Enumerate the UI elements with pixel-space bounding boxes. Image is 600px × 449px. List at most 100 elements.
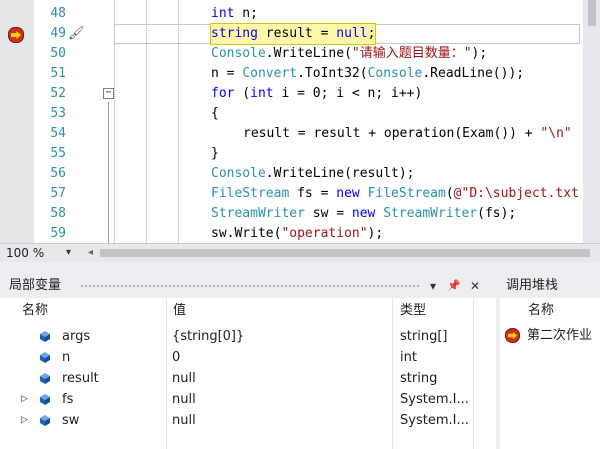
code-token: StreamWriter xyxy=(383,206,478,221)
line-number: 56 xyxy=(50,166,66,181)
code-token: { xyxy=(211,106,219,121)
line-number: 53 xyxy=(50,106,66,121)
locals-row[interactable]: n 0 int xyxy=(0,347,496,368)
line-number: 50 xyxy=(50,46,66,61)
code-token: Convert xyxy=(242,66,298,81)
code-text[interactable]: Console.WriteLine(result); xyxy=(211,164,415,184)
code-token: Console xyxy=(211,166,266,181)
locals-type: string[] xyxy=(400,329,448,344)
code-line[interactable]: 52 for (int i = 0; i < n; i++) xyxy=(0,84,600,104)
code-line[interactable]: 50 Console.WriteLine("请输入题目数量："); xyxy=(0,44,600,64)
collapse-region-button[interactable]: − xyxy=(103,88,114,99)
brush-icon: 🖌 xyxy=(68,26,85,41)
locals-name: sw xyxy=(62,413,80,428)
locals-value: {string[0]} xyxy=(172,329,245,344)
code-token: (fs); xyxy=(477,206,517,221)
locals-value: 0 xyxy=(172,350,181,365)
code-token: null xyxy=(336,26,368,41)
code-text[interactable]: StreamWriter sw = new StreamWriter(fs); xyxy=(211,204,516,224)
locals-row[interactable]: args {string[0]} string[] xyxy=(0,326,496,347)
locals-type: int xyxy=(400,350,417,365)
code-line[interactable]: 56 Console.WriteLine(result); xyxy=(0,164,600,184)
code-token: for xyxy=(211,86,235,101)
callstack-panel-title[interactable]: 调用堆栈 xyxy=(506,274,558,298)
code-text[interactable]: FileStream fs = new FileStream(@"D:\subj… xyxy=(211,184,579,204)
locals-value: null xyxy=(172,392,196,407)
code-token: n; xyxy=(234,6,258,21)
code-token: ( xyxy=(234,86,251,101)
code-line[interactable]: 48 int n; xyxy=(0,4,600,24)
code-text[interactable]: sw.Write("operation"); xyxy=(211,224,383,243)
locals-panel-title[interactable]: 局部变量 xyxy=(9,274,61,298)
callstack-column-name[interactable]: 名称 xyxy=(528,300,554,322)
code-editor[interactable]: 48 int n; 49 string result = null; 50 Console… xyxy=(0,0,600,243)
panel-dropdown-icon[interactable]: ▾ xyxy=(430,274,436,298)
code-token: FileStream xyxy=(211,186,290,201)
code-token: Console xyxy=(367,66,423,81)
code-text[interactable]: } xyxy=(211,144,219,164)
expand-icon[interactable]: ▷ xyxy=(21,410,28,431)
code-token: "operation" xyxy=(281,226,368,241)
line-number: 55 xyxy=(50,146,66,161)
close-icon[interactable]: ✕ xyxy=(470,274,480,298)
code-token: fs = xyxy=(289,186,337,201)
locals-row[interactable]: ▷ sw null System.I... xyxy=(0,410,496,431)
locals-row[interactable]: result null string xyxy=(0,368,496,389)
line-number: 58 xyxy=(50,206,66,221)
execution-pointer-icon xyxy=(8,27,24,43)
code-line[interactable]: 58 StreamWriter sw = new StreamWriter(fs)… xyxy=(0,204,600,224)
code-token: FileStream xyxy=(367,186,446,201)
scrollbar-thumb[interactable] xyxy=(588,0,596,26)
code-line[interactable]: 55} xyxy=(0,144,600,164)
splitter[interactable] xyxy=(0,262,600,274)
code-text[interactable]: n = Convert.ToInt32(Console.ReadLine()); xyxy=(211,64,524,84)
code-token: .ReadLine()); xyxy=(422,66,525,81)
zoom-dropdown-icon[interactable]: ▾ xyxy=(66,244,71,262)
code-line[interactable]: 51 n = Convert.ToInt32(Console.ReadLine()… xyxy=(0,64,600,84)
callstack-frame[interactable]: 第二次作业 xyxy=(527,325,592,347)
code-token: ); xyxy=(471,46,488,61)
code-token: new xyxy=(336,186,360,201)
zoom-level[interactable]: 100 % xyxy=(6,244,44,262)
code-token: ( xyxy=(445,186,454,201)
code-line[interactable]: 54 result = result + operation(Exam()) + … xyxy=(0,124,600,144)
horizontal-scrollbar-thumb[interactable] xyxy=(100,249,590,257)
code-token: Console xyxy=(211,46,266,61)
line-number: 52 xyxy=(50,86,66,101)
code-token: } xyxy=(211,146,219,161)
column-header-type[interactable]: 类型 xyxy=(400,300,426,322)
pin-icon[interactable]: 📌 xyxy=(447,274,461,298)
line-number: 57 xyxy=(50,186,66,201)
code-line[interactable]: 53 { xyxy=(0,104,600,124)
code-token: int xyxy=(250,86,274,101)
editor-status-bar: 100 % ▾ ◂ xyxy=(0,243,600,262)
code-token: new xyxy=(351,206,376,221)
variable-icon xyxy=(40,415,50,426)
code-token: sw.Write( xyxy=(211,226,282,241)
variable-icon xyxy=(40,373,50,384)
line-number: 54 xyxy=(50,126,66,141)
code-text[interactable]: string result = null; xyxy=(209,23,377,45)
column-header-value[interactable]: 值 xyxy=(173,300,186,322)
locals-value: null xyxy=(172,371,196,386)
code-token: "\n" xyxy=(540,126,572,141)
code-text[interactable]: for (int i = 0; i < n; i++) xyxy=(211,84,422,104)
code-text[interactable]: result = result + operation(Exam()) + "\… xyxy=(243,124,572,144)
locals-name: args xyxy=(62,329,91,344)
code-line[interactable]: 57 FileStream fs = new FileStream(@"D:\su… xyxy=(0,184,600,204)
locals-row[interactable]: ▷ fs null System.I... xyxy=(0,389,496,410)
variable-icon xyxy=(40,352,50,363)
code-line[interactable]: 49 string result = null; xyxy=(0,23,600,45)
code-text[interactable]: Console.WriteLine("请输入题目数量："); xyxy=(211,44,487,64)
code-token: result = result + operation(Exam()) + xyxy=(243,126,541,141)
locals-name: n xyxy=(62,350,71,365)
vertical-scrollbar[interactable] xyxy=(583,0,600,243)
code-token: i = 0; i < n; i++) xyxy=(273,86,423,101)
code-text[interactable]: { xyxy=(211,104,219,124)
code-text[interactable]: int n; xyxy=(211,4,258,24)
code-line[interactable]: 59 sw.Write("operation"); xyxy=(0,224,600,243)
column-header-name[interactable]: 名称 xyxy=(22,300,48,322)
scroll-left-icon[interactable]: ◂ xyxy=(88,244,93,262)
line-number: 49 xyxy=(50,26,66,41)
expand-icon[interactable]: ▷ xyxy=(21,389,28,410)
